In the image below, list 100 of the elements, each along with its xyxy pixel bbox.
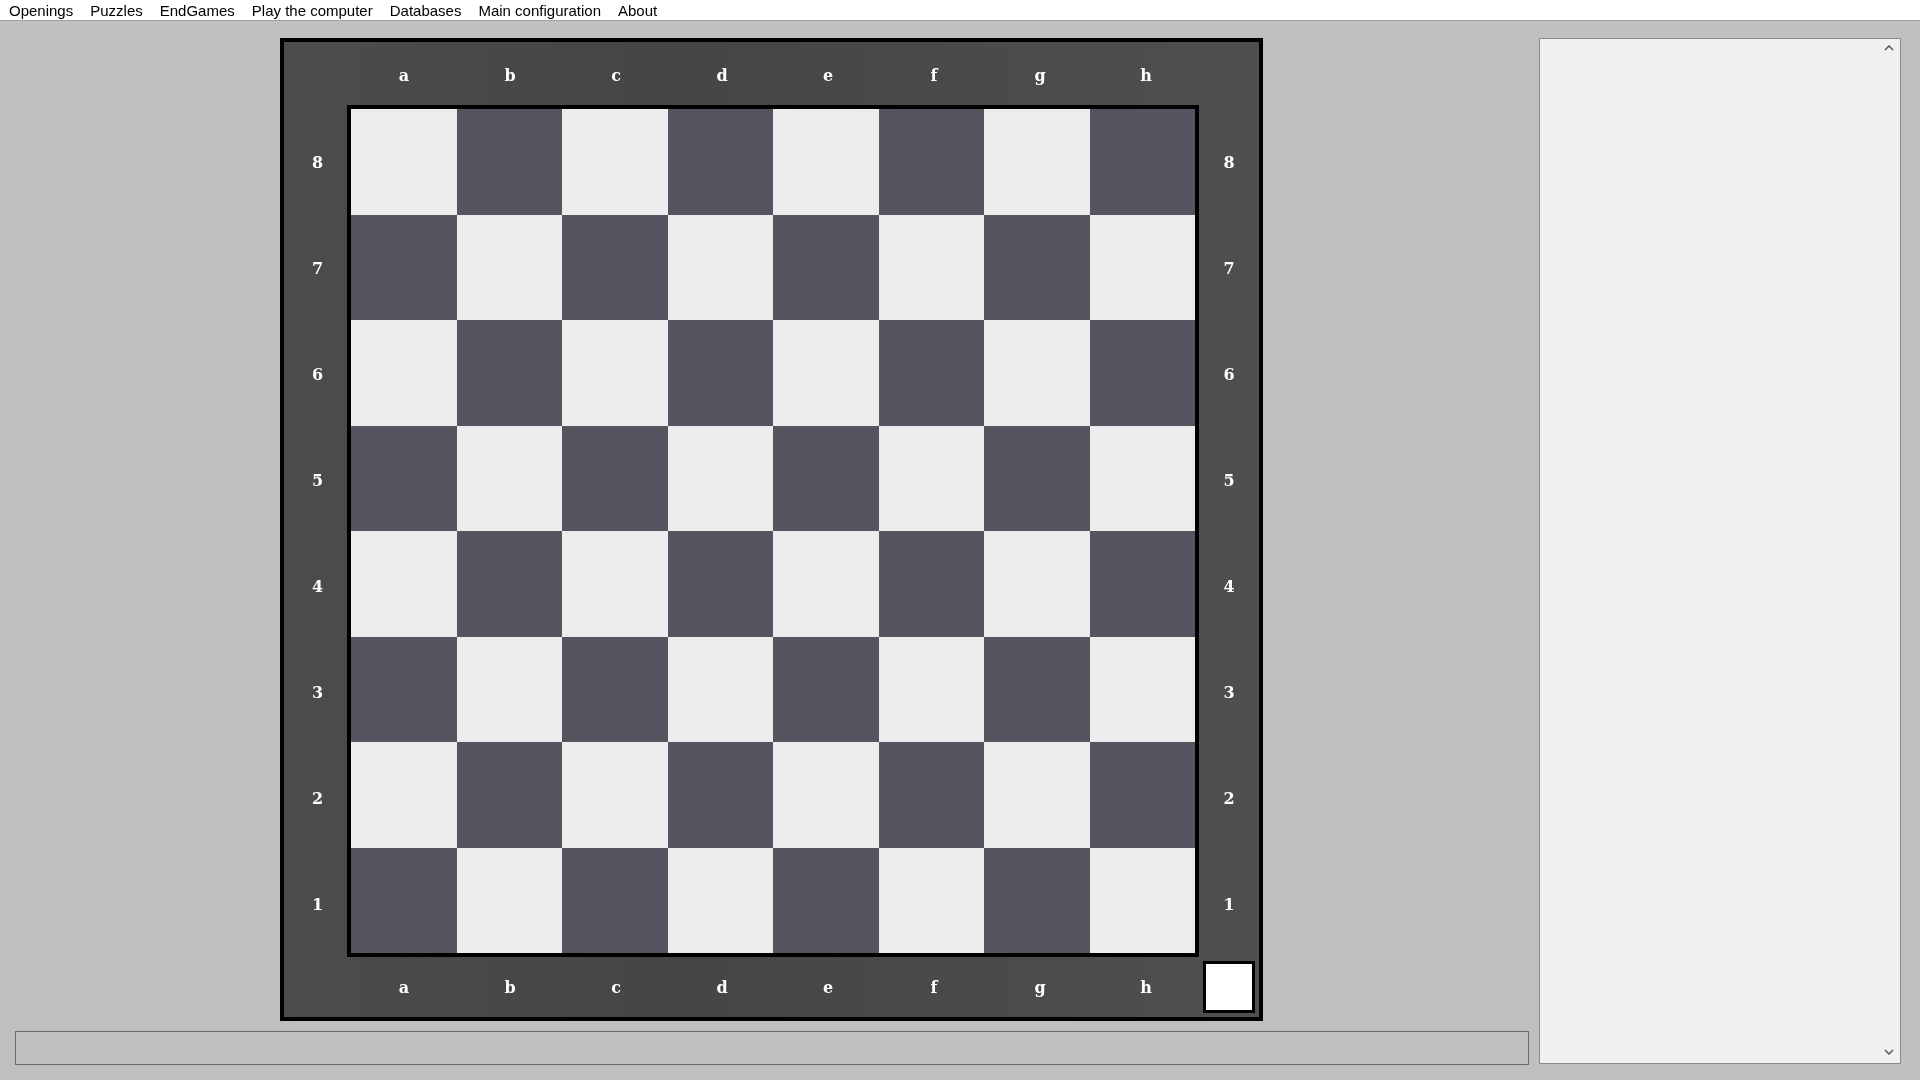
board-square[interactable] — [773, 636, 879, 742]
board-square[interactable] — [984, 214, 1090, 320]
file-label: e — [822, 977, 834, 997]
board-square[interactable] — [456, 320, 562, 426]
rank-label: 1 — [1223, 894, 1235, 914]
board-square[interactable] — [984, 847, 1090, 953]
board-square[interactable] — [351, 636, 457, 742]
file-label: g — [1034, 66, 1046, 85]
board-square[interactable] — [667, 636, 773, 742]
board-square[interactable] — [562, 109, 668, 215]
file-label: h — [1140, 66, 1152, 85]
menu-item[interactable]: Openings — [9, 1, 74, 19]
board-square[interactable] — [351, 320, 457, 426]
board-square[interactable] — [456, 636, 562, 742]
rank-label: 4 — [1223, 576, 1235, 596]
scroll-down-icon[interactable] — [1884, 1049, 1894, 1055]
board-square[interactable] — [456, 531, 562, 637]
rank-label: 2 — [311, 788, 324, 808]
board-square[interactable] — [456, 214, 562, 320]
board-square[interactable] — [456, 425, 562, 531]
board-square[interactable] — [351, 742, 457, 848]
board-square[interactable] — [773, 847, 879, 953]
board-square[interactable] — [562, 531, 668, 637]
scroll-up-icon[interactable] — [1884, 45, 1894, 51]
board-square[interactable] — [1089, 214, 1195, 320]
board-square[interactable] — [773, 214, 879, 320]
board-square[interactable] — [1089, 320, 1195, 426]
board-square[interactable] — [878, 214, 984, 320]
board-square[interactable] — [667, 214, 773, 320]
turn-indicator — [1203, 961, 1255, 1013]
rank-label: 3 — [1223, 682, 1235, 702]
board-square[interactable] — [878, 636, 984, 742]
board-square[interactable] — [562, 214, 668, 320]
menu-item[interactable]: EndGames — [159, 1, 235, 19]
board-square[interactable] — [878, 109, 984, 215]
board-square[interactable] — [984, 320, 1090, 426]
board-square[interactable] — [878, 742, 984, 848]
board-square[interactable] — [562, 847, 668, 953]
board-square[interactable] — [667, 320, 773, 426]
board-square[interactable] — [456, 109, 562, 215]
board-square[interactable] — [456, 847, 562, 953]
menu-item[interactable]: Play the computer — [251, 1, 373, 19]
rank-label: 4 — [311, 576, 324, 596]
board-square[interactable] — [773, 531, 879, 637]
board-square[interactable] — [878, 320, 984, 426]
board-square[interactable] — [878, 425, 984, 531]
menu-item[interactable]: Databases — [389, 1, 462, 19]
rank-label: 6 — [311, 364, 324, 384]
board-square[interactable] — [351, 531, 457, 637]
file-label: a — [398, 66, 410, 85]
board-square[interactable] — [562, 425, 668, 531]
board-square[interactable] — [562, 742, 668, 848]
board-square[interactable] — [1089, 109, 1195, 215]
board-square[interactable] — [1089, 742, 1195, 848]
board-square[interactable] — [667, 742, 773, 848]
rank-label: 7 — [311, 258, 324, 278]
board-square[interactable] — [667, 425, 773, 531]
board-square[interactable] — [878, 531, 984, 637]
file-label: c — [611, 977, 621, 997]
rank-label: 7 — [1223, 258, 1235, 278]
board-square[interactable] — [773, 425, 879, 531]
board-square[interactable] — [773, 742, 879, 848]
rank-label: 6 — [1223, 364, 1235, 384]
board-square[interactable] — [773, 320, 879, 426]
file-label: b — [504, 977, 516, 997]
board-square[interactable] — [351, 214, 457, 320]
board-square[interactable] — [878, 847, 984, 953]
board-square[interactable] — [667, 109, 773, 215]
rank-label: 8 — [311, 152, 324, 172]
board-square[interactable] — [773, 109, 879, 215]
rank-label: 3 — [311, 682, 324, 702]
board-square[interactable] — [667, 847, 773, 953]
file-label: g — [1034, 977, 1046, 997]
menu-item[interactable]: Puzzles — [90, 1, 143, 19]
board-square[interactable] — [667, 531, 773, 637]
rank-label: 1 — [311, 894, 324, 914]
file-label: h — [1140, 977, 1152, 997]
menu-item[interactable]: Main configuration — [478, 1, 601, 19]
file-label: d — [716, 977, 728, 997]
board-square[interactable] — [984, 636, 1090, 742]
board-square[interactable] — [984, 109, 1090, 215]
board-square[interactable] — [984, 425, 1090, 531]
file-label: f — [930, 977, 938, 997]
board-square[interactable] — [351, 425, 457, 531]
menu-item[interactable]: About — [618, 1, 658, 19]
board-square[interactable] — [1089, 636, 1195, 742]
file-label: b — [504, 66, 516, 85]
board-square[interactable] — [984, 531, 1090, 637]
board-square[interactable] — [562, 320, 668, 426]
file-label: c — [611, 66, 621, 85]
board-square[interactable] — [351, 847, 457, 953]
board-square[interactable] — [1089, 425, 1195, 531]
board-square[interactable] — [1089, 531, 1195, 637]
rank-label: 2 — [1223, 788, 1235, 808]
board-square[interactable] — [562, 636, 668, 742]
board-square[interactable] — [351, 109, 457, 215]
file-label: e — [822, 66, 834, 85]
board-square[interactable] — [984, 742, 1090, 848]
board-square[interactable] — [456, 742, 562, 848]
board-square[interactable] — [1089, 847, 1195, 953]
